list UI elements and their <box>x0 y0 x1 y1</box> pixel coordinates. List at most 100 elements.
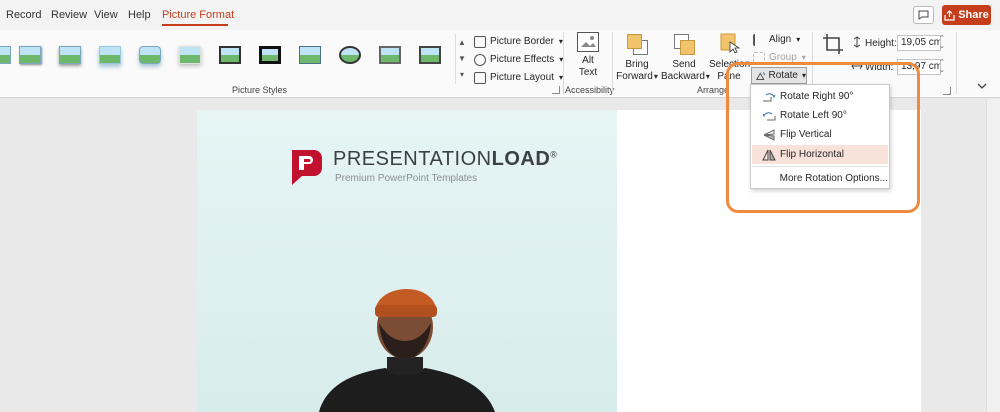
rotate-left-icon <box>762 111 776 120</box>
crop-icon <box>821 32 845 56</box>
picture-style-preview-icon <box>419 46 441 64</box>
share-label: Share <box>958 9 989 21</box>
comment-icon <box>918 10 929 20</box>
logo-wordmark: PRESENTATIONLOAD® <box>333 148 557 171</box>
picture-style-thumb[interactable] <box>296 43 324 67</box>
tab-review[interactable]: Review <box>51 9 87 21</box>
picture-style-thumb[interactable] <box>336 43 364 67</box>
bring-forward-label: Bring <box>625 59 649 70</box>
logo-wordmark-light: PRESENTATION <box>333 148 492 170</box>
logo-subtitle: Premium PowerPoint Templates <box>335 173 478 184</box>
menu-item-rotate-right[interactable]: Rotate Right 90° <box>752 87 888 106</box>
picture-style-preview-icon <box>219 46 241 64</box>
group-button[interactable]: Group ▾ <box>753 49 806 66</box>
picture-style-preview-icon <box>379 46 401 64</box>
share-button[interactable]: Share <box>942 5 991 25</box>
picture-style-thumb[interactable] <box>16 43 44 67</box>
tab-help[interactable]: Help <box>128 9 151 21</box>
collapse-ribbon-icon[interactable] <box>977 82 987 90</box>
picture-border-button[interactable]: Picture Border ▾ <box>474 33 563 50</box>
menu-item-more-rotation-options[interactable]: More Rotation Options... <box>752 169 888 188</box>
selection-pane-label: Pane <box>717 71 741 82</box>
picture-style-preview-icon <box>299 46 321 64</box>
height-increase-icon[interactable]: ⌃ <box>938 35 946 43</box>
chevron-down-icon: ▾ <box>796 35 801 44</box>
picture-effects-icon <box>474 53 486 66</box>
picture-style-thumb[interactable] <box>416 43 444 67</box>
height-decrease-icon[interactable]: ⌄ <box>938 43 946 51</box>
picture-layout-button[interactable]: Picture Layout ▾ <box>474 69 563 86</box>
group-divider <box>563 32 564 94</box>
send-backward-icon <box>672 32 696 56</box>
chevron-down-icon: ▾ <box>801 53 806 62</box>
slide-picture[interactable]: PRESENTATIONLOAD® Premium PowerPoint Tem… <box>197 110 617 412</box>
picture-style-thumb[interactable] <box>56 43 84 67</box>
menu-item-label: Rotate Left 90° <box>780 110 847 121</box>
align-icon <box>753 33 765 46</box>
width-input[interactable]: 13,97 cm <box>897 59 941 75</box>
picture-style-preview-icon <box>99 46 121 64</box>
alt-text-label: Text <box>578 67 598 78</box>
group-divider <box>612 32 613 94</box>
menu-item-label: More Rotation Options... <box>779 173 888 184</box>
picture-style-thumb[interactable] <box>96 43 124 67</box>
menu-item-label: Flip Vertical <box>780 129 832 140</box>
crop-button[interactable] <box>820 32 846 59</box>
picture-styles-launcher-icon[interactable] <box>552 86 560 94</box>
chevron-down-icon: ▾ <box>801 71 806 80</box>
presentationload-logo-icon <box>292 150 322 185</box>
vertical-scrollbar[interactable] <box>986 99 1000 412</box>
alt-text-icon <box>577 32 599 52</box>
rotate-icon <box>755 71 766 80</box>
ribbon-tab-bar: Record Review View Help Picture Format S… <box>0 0 1000 30</box>
picture-style-thumb[interactable] <box>176 43 204 67</box>
send-backward-label: Send <box>672 59 696 70</box>
width-decrease-icon[interactable]: ⌄ <box>938 67 946 75</box>
send-backward-button[interactable]: Send Backward▾ <box>661 32 710 83</box>
menu-item-flip-horizontal[interactable]: Flip Horizontal <box>752 145 888 164</box>
size-launcher-icon[interactable] <box>943 87 951 95</box>
width-label: Width: <box>865 62 894 73</box>
selection-pane-button[interactable]: Selection Pane <box>709 32 750 83</box>
picture-border-label: Picture Border <box>490 36 554 47</box>
menu-item-rotate-left[interactable]: Rotate Left 90° <box>752 106 888 125</box>
rotate-button[interactable]: Rotate ▾ <box>751 67 807 84</box>
menu-item-spacer <box>762 173 776 185</box>
flip-horizontal-icon <box>762 149 776 160</box>
gallery-scrollbar[interactable]: ▲ ▼ ▾ <box>455 34 467 84</box>
bring-forward-button[interactable]: Bring Forward▾ <box>616 32 658 83</box>
menu-item-label: Rotate Right 90° <box>780 91 854 102</box>
picture-style-preview-icon <box>259 46 281 64</box>
group-divider <box>956 32 957 94</box>
tab-view[interactable]: View <box>94 9 118 21</box>
menu-item-flip-vertical[interactable]: Flip Vertical <box>752 125 888 144</box>
picture-styles-group-label: Picture Styles <box>232 85 288 95</box>
picture-style-preview-icon <box>179 46 201 64</box>
tab-picture-format[interactable]: Picture Format <box>162 9 234 21</box>
gallery-down-icon[interactable]: ▼ <box>458 52 466 66</box>
picture-effects-button[interactable]: Picture Effects ▾ <box>474 51 563 68</box>
send-backward-label: Backward <box>661 71 705 82</box>
picture-style-thumb[interactable] <box>0 43 14 67</box>
picture-style-thumb[interactable] <box>216 43 244 67</box>
align-button[interactable]: Align ▾ <box>753 31 800 48</box>
gallery-more-icon[interactable]: ▾ <box>458 68 466 82</box>
menu-item-label: Flip Horizontal <box>780 149 844 160</box>
comments-button[interactable] <box>913 6 934 24</box>
picture-layout-icon <box>474 71 486 84</box>
picture-style-preview-icon <box>19 46 41 64</box>
height-input[interactable]: 19,05 cm <box>897 35 941 51</box>
picture-style-thumb[interactable] <box>136 43 164 67</box>
alt-text-button[interactable]: Alt Text <box>574 32 602 79</box>
height-label: Height: <box>865 38 897 49</box>
logo-wordmark-bold: LOAD <box>491 148 551 170</box>
tab-record[interactable]: Record <box>6 9 41 21</box>
width-increase-icon[interactable]: ⌃ <box>938 59 946 67</box>
picture-style-thumb[interactable] <box>376 43 404 67</box>
selection-pane-icon <box>717 32 741 56</box>
chevron-down-icon: ▾ <box>653 72 658 81</box>
gallery-up-icon[interactable]: ▲ <box>458 36 466 50</box>
bring-forward-icon <box>625 32 649 56</box>
rotate-label: Rotate <box>768 70 798 81</box>
picture-style-thumb[interactable] <box>256 43 284 67</box>
